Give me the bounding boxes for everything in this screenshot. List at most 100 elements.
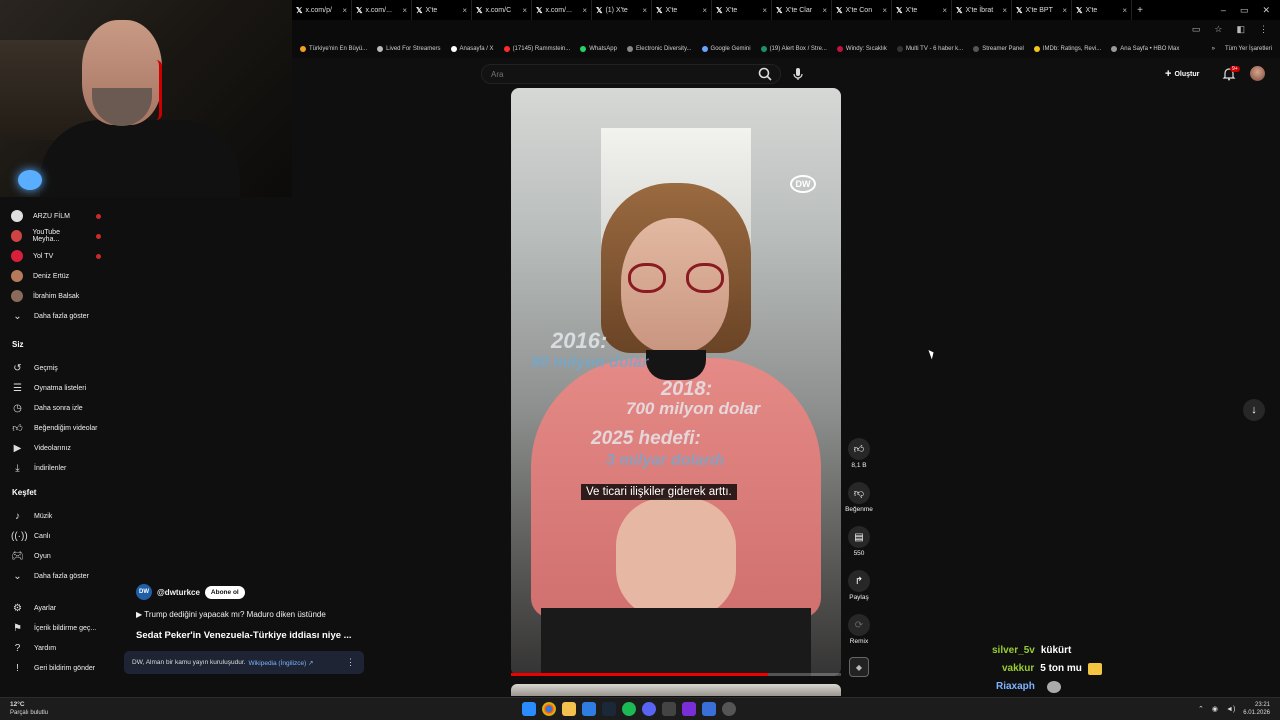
sidebar-item[interactable]: ☰ Oynatma listeleri — [0, 378, 115, 398]
browser-tab[interactable]: 𝕏 X'te × — [652, 0, 712, 20]
bookmark-item[interactable]: Lived For Streamers — [377, 46, 441, 52]
bookmark-item[interactable]: Türkiye'nin En Büyü... — [300, 46, 367, 52]
avatar[interactable] — [1250, 66, 1265, 81]
channel-avatar[interactable]: DW — [136, 584, 152, 600]
maximize-icon[interactable]: ▭ — [1240, 5, 1249, 16]
bookmark-item[interactable]: Ana Sayfa • HBO Max — [1111, 46, 1179, 52]
steam-icon[interactable] — [602, 702, 616, 716]
minimize-icon[interactable]: – — [1221, 5, 1226, 16]
close-tab-icon[interactable]: × — [942, 6, 947, 15]
volume-icon[interactable]: ◄) — [1226, 706, 1235, 713]
edge-icon[interactable] — [582, 702, 596, 716]
browser-tab[interactable]: 𝕏 X'te × — [412, 0, 472, 20]
browser-tab[interactable]: 𝕏 X'te × — [712, 0, 772, 20]
bookmark-item[interactable]: Multi TV - 6 haber k... — [896, 46, 963, 52]
spotify-icon[interactable] — [622, 702, 636, 716]
close-tab-icon[interactable]: × — [522, 6, 527, 15]
share-button[interactable]: ↱ Paylaş — [843, 570, 875, 601]
obs-icon[interactable] — [702, 702, 716, 716]
tray-overflow-icon[interactable]: ⌃ — [1198, 705, 1204, 713]
sidebar-item[interactable]: ? Yardım — [0, 638, 115, 658]
voice-search-icon[interactable] — [790, 66, 806, 82]
dislike-button[interactable]: 👎︎ Beğenme — [843, 482, 875, 513]
close-tab-icon[interactable]: × — [342, 6, 347, 15]
chevron-right-icon[interactable]: » — [1212, 46, 1215, 52]
chrome-icon[interactable] — [542, 702, 556, 716]
close-tab-icon[interactable]: × — [642, 6, 647, 15]
sidebar-item[interactable]: Deniz Ertüz — [0, 266, 115, 286]
close-tab-icon[interactable]: × — [1122, 6, 1127, 15]
browser-tab[interactable]: 𝕏 X'te Con × — [832, 0, 892, 20]
install-icon[interactable]: ▭ — [1192, 24, 1201, 35]
sidebar-item[interactable]: ⌄ Daha fazla göster — [0, 306, 115, 326]
related-video-link[interactable]: ▶ Trump dediğini yapacak mı? Maduro dike… — [136, 610, 326, 619]
you-section-heading[interactable]: Siz — [12, 340, 24, 349]
next-short-button[interactable]: ↓ — [1243, 399, 1265, 421]
close-tab-icon[interactable]: × — [822, 6, 827, 15]
sidebar-item[interactable]: ⚙ Ayarlar — [0, 598, 115, 618]
sidebar-item[interactable]: ⤓ İndirilenler — [0, 458, 115, 478]
bookmark-item[interactable]: Anasayfa / X — [450, 46, 494, 52]
calculator-icon[interactable] — [662, 702, 676, 716]
browser-tab[interactable]: 𝕏 (1) X'te × — [592, 0, 652, 20]
browser-tab[interactable]: 𝕏x.com/... × — [532, 0, 592, 20]
browser-tab[interactable]: 𝕏 X'te BPT × — [1012, 0, 1072, 20]
sidebar-item[interactable]: 👍︎ Beğendiğim videolar — [0, 418, 115, 438]
subscribe-button[interactable]: Abone ol — [204, 585, 245, 599]
bookmark-item[interactable]: Electronic Diversity... — [626, 46, 692, 52]
all-bookmarks-folder[interactable]: Tüm Yer İşaretleri — [1225, 46, 1272, 52]
close-tab-icon[interactable]: × — [582, 6, 587, 15]
next-video-preview[interactable] — [511, 684, 841, 696]
bookmark-item[interactable]: (17145) Rammstein... — [503, 46, 570, 52]
app-icon[interactable] — [682, 702, 696, 716]
create-button[interactable]: + Oluştur — [1165, 66, 1199, 82]
bookmark-item[interactable]: WhatsApp — [580, 46, 617, 52]
network-icon[interactable]: ◉ — [1212, 705, 1218, 713]
close-tab-icon[interactable]: × — [1062, 6, 1067, 15]
sidebar-item[interactable]: ♪ Müzik — [0, 506, 115, 526]
sidebar-item[interactable]: YouTube Meyha... — [0, 226, 115, 246]
search-box[interactable] — [481, 64, 781, 84]
clock[interactable]: 23:21 6.01.2026 — [1243, 701, 1270, 717]
browser-tab[interactable]: 𝕏 X'te × — [1072, 0, 1132, 20]
media-icon[interactable] — [722, 702, 736, 716]
remix-button[interactable]: ⟳ Remix — [843, 614, 875, 645]
bookmark-item[interactable]: Windy: Sıcaklık — [836, 46, 887, 52]
file-explorer-icon[interactable] — [562, 702, 576, 716]
weather-widget[interactable]: 12°C Parçalı bulutlu — [10, 701, 48, 717]
close-tab-icon[interactable]: × — [402, 6, 407, 15]
star-icon[interactable]: ☆ — [1214, 24, 1222, 35]
browser-tab[interactable]: 𝕏 X'te Clar × — [772, 0, 832, 20]
sidebar-item[interactable]: İbrahim Balsak — [0, 286, 115, 306]
sidebar-item[interactable]: ↺ Geçmiş — [0, 358, 115, 378]
browser-tab[interactable]: 𝕏 X'te × — [892, 0, 952, 20]
close-tab-icon[interactable]: × — [882, 6, 887, 15]
close-tab-icon[interactable]: × — [1002, 6, 1007, 15]
close-tab-icon[interactable]: × — [762, 6, 767, 15]
sidebar-item[interactable]: ARZU FİLM — [0, 206, 115, 226]
close-icon[interactable]: ✕ — [1262, 5, 1270, 16]
sidebar-item[interactable]: ◷ Daha sonra izle — [0, 398, 115, 418]
bookmark-item[interactable]: (19) Alert Box / Stre... — [760, 46, 827, 52]
video-title[interactable]: Sedat Peker'in Venezuela-Türkiye iddiası… — [136, 630, 352, 641]
sidebar-item[interactable]: Yol TV — [0, 246, 115, 266]
browser-tab[interactable]: 𝕏 X'te İbrat × — [952, 0, 1012, 20]
sidebar-item[interactable]: ((·)) Canlı — [0, 526, 115, 546]
discord-icon[interactable] — [642, 702, 656, 716]
new-tab-icon[interactable]: + — [1132, 5, 1148, 16]
browser-tab[interactable]: 𝕏x.com/C × — [472, 0, 532, 20]
sound-thumbnail-icon[interactable]: ◆ — [849, 657, 869, 677]
browser-tab[interactable]: 𝕏x.com/p/ × — [292, 0, 352, 20]
windows-start-icon[interactable] — [522, 702, 536, 716]
close-tab-icon[interactable]: × — [702, 6, 707, 15]
browser-tab[interactable]: 𝕏x.com/... × — [352, 0, 412, 20]
sidebar-item[interactable]: 🎮︎ Oyun — [0, 546, 115, 566]
comments-button[interactable]: ▤ 550 — [843, 526, 875, 557]
extensions-icon[interactable]: ◧ — [1236, 24, 1245, 35]
sidebar-item[interactable]: ⚑ İçerik bildirme geç... — [0, 618, 115, 638]
sidebar-item[interactable]: ! Geri bildirim gönder — [0, 658, 115, 678]
short-video-player[interactable]: DW 2016: 80 milyon dolar 2018: 700 milyo… — [511, 88, 841, 676]
sidebar-item[interactable]: ⌄ Daha fazla göster — [0, 566, 115, 586]
bookmark-item[interactable]: Google Gemini — [701, 46, 751, 52]
more-options-icon[interactable]: ⋮ — [346, 657, 355, 668]
